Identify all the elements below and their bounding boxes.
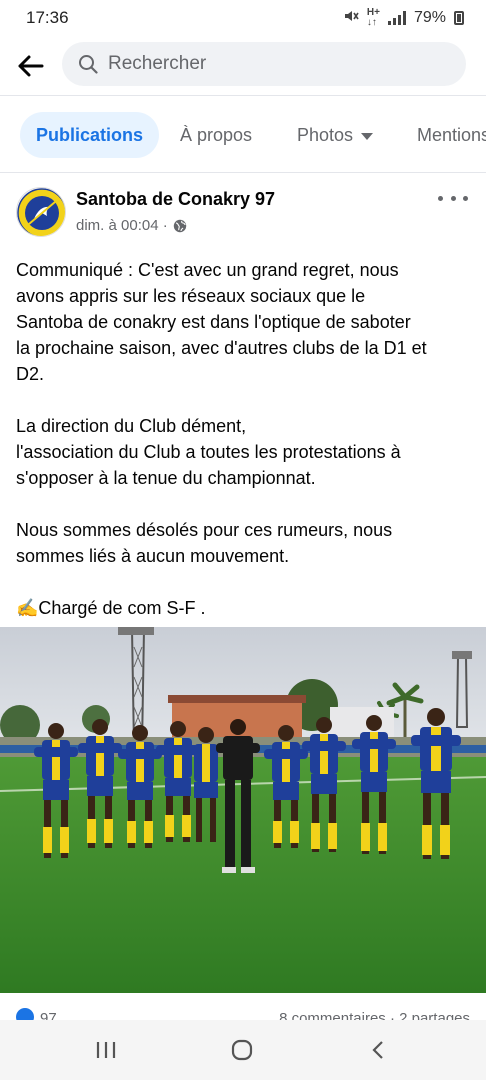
back-button[interactable] bbox=[10, 46, 50, 86]
text-line: ✍Chargé de com S-F . bbox=[16, 598, 206, 618]
tab-photos[interactable]: Photos bbox=[297, 112, 374, 158]
text-line: D2. bbox=[16, 364, 45, 384]
search-field[interactable] bbox=[62, 42, 466, 86]
post-paragraph: Nous sommes désolés pour ces rumeurs, no… bbox=[16, 517, 474, 569]
more-options-button[interactable] bbox=[438, 191, 468, 205]
recent-apps-icon bbox=[96, 1042, 116, 1058]
chevron-left-icon bbox=[372, 1041, 383, 1059]
status-bar: 17:36 H+ ↓↑ 79% bbox=[0, 0, 486, 36]
text-line: l'association du Club a toutes les prote… bbox=[16, 442, 401, 462]
post-timestamp[interactable]: dim. à 00:04 · bbox=[76, 217, 168, 234]
post-paragraph: La direction du Club dément, l'associati… bbox=[16, 413, 474, 491]
post-paragraph: Communiqué : C'est avec un grand regret,… bbox=[16, 257, 474, 387]
system-nav-bar bbox=[0, 1020, 486, 1080]
caret-down-icon bbox=[361, 132, 374, 140]
tab-publications[interactable]: Publications bbox=[20, 112, 160, 158]
status-icons: H+ ↓↑ 79% bbox=[343, 8, 464, 28]
tab-photos-label: Photos bbox=[297, 125, 354, 145]
text-line: Communiqué : C'est avec un grand regret,… bbox=[16, 260, 399, 280]
battery-level: 79% bbox=[413, 9, 446, 26]
home-button[interactable] bbox=[222, 1034, 262, 1066]
search-icon bbox=[79, 55, 98, 74]
mute-icon bbox=[343, 9, 359, 28]
battery-icon bbox=[454, 11, 464, 25]
status-time: 17:36 bbox=[26, 8, 69, 27]
back-nav-button[interactable] bbox=[358, 1034, 398, 1066]
post-body: Communiqué : C'est avec un grand regret,… bbox=[16, 257, 474, 621]
text-line: la prochaine saison, avec d'autres clubs… bbox=[16, 338, 427, 358]
like-icon bbox=[16, 1008, 34, 1020]
more-horizontal-icon bbox=[438, 195, 443, 201]
arrow-left-icon bbox=[18, 55, 44, 77]
comments-shares-count[interactable]: 8 commentaires · 2 partages bbox=[279, 1010, 470, 1020]
signal-icon bbox=[387, 11, 406, 25]
text-line: Santoba de conakry est dans l'optique de… bbox=[16, 312, 411, 332]
page-avatar[interactable] bbox=[16, 187, 66, 237]
reaction-count[interactable]: 97 bbox=[40, 1010, 57, 1020]
club-logo-icon bbox=[17, 188, 65, 236]
team-photo-image bbox=[0, 627, 486, 993]
search-input[interactable] bbox=[108, 53, 438, 75]
recent-apps-button[interactable] bbox=[86, 1034, 126, 1066]
tab-mentions[interactable]: Mentions bbox=[417, 112, 486, 158]
text-line: Nous sommes désolés pour ces rumeurs, no… bbox=[16, 520, 393, 540]
home-icon bbox=[231, 1039, 253, 1061]
text-line: s'opposer à la tenue du championnat. bbox=[16, 468, 316, 488]
text-line: La direction du Club dément, bbox=[16, 416, 247, 436]
page-name[interactable]: Santoba de Conakry 97 bbox=[76, 189, 275, 210]
profile-tabs: Publications À propos Photos Mentions bbox=[0, 97, 486, 173]
reactions-bar: 97 8 commentaires · 2 partages bbox=[0, 1000, 486, 1020]
post-photo[interactable] bbox=[0, 627, 486, 993]
tab-a-propos[interactable]: À propos bbox=[180, 112, 252, 158]
network-type-icon: H+ ↓↑ bbox=[366, 7, 380, 28]
post-header: Santoba de Conakry 97 dim. à 00:04 · bbox=[0, 175, 486, 245]
text-line: sommes liés à aucun mouvement. bbox=[16, 546, 290, 566]
globe-icon bbox=[173, 219, 186, 232]
text-line: avons appris sur les réseaux sociaux que… bbox=[16, 286, 366, 306]
search-bar bbox=[0, 36, 486, 96]
post-signature: ✍Chargé de com S-F . bbox=[16, 595, 474, 621]
post-meta: dim. à 00:04 · bbox=[76, 217, 187, 234]
